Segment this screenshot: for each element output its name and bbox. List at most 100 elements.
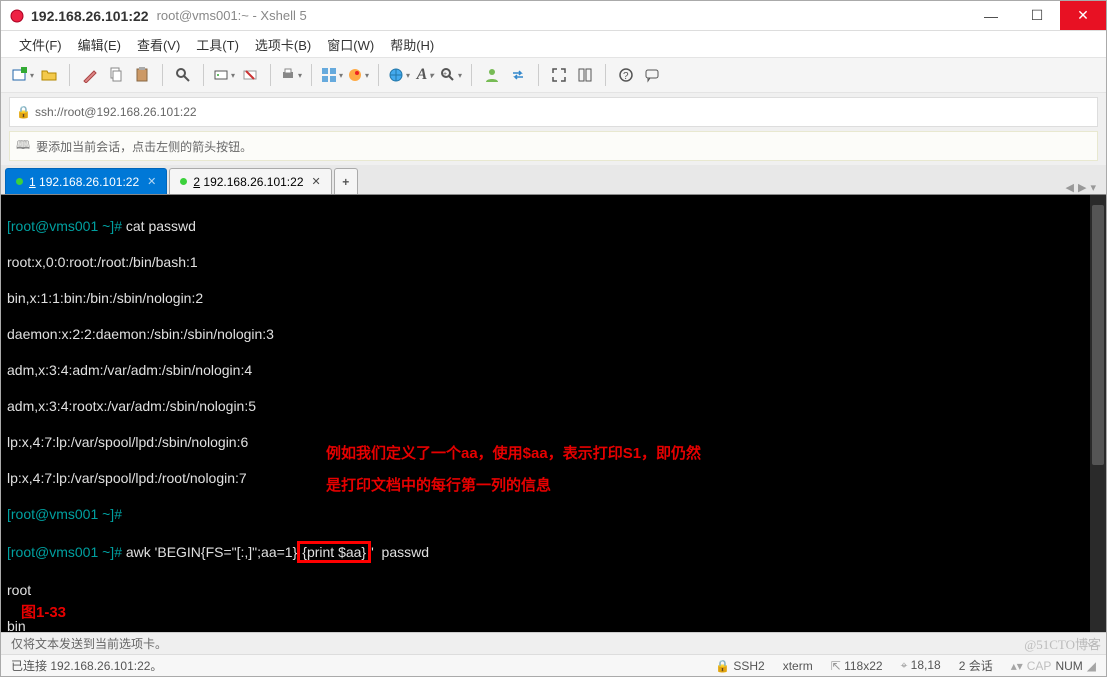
open-session-icon[interactable] <box>37 63 61 87</box>
toolbar: A + ? <box>1 57 1106 93</box>
prompt: [root@vms001 ~]# <box>7 506 122 522</box>
tab-list-icon[interactable]: ▾ <box>1090 181 1096 194</box>
properties-icon[interactable] <box>78 63 102 87</box>
resize-grip-icon[interactable]: ◢ <box>1087 659 1096 673</box>
tab-prev-icon[interactable]: ◀ <box>1066 181 1074 194</box>
fullscreen-icon[interactable] <box>547 63 571 87</box>
terminal-scrollbar[interactable] <box>1090 195 1106 632</box>
menu-window[interactable]: 窗口(W) <box>321 33 380 56</box>
find-icon[interactable] <box>171 63 195 87</box>
add-tab-button[interactable]: + <box>334 168 358 194</box>
status-updown-icon: ▴▾ <box>1011 659 1023 673</box>
app-icon <box>9 8 25 24</box>
annotation-line1: 例如我们定义了一个aa，使用$aa，表示打印S1，即仍然 <box>326 445 701 463</box>
status-lock-icon: 🔒 SSH2 <box>715 659 765 673</box>
tab-close-icon[interactable]: ✕ <box>147 175 156 188</box>
tab-nav: ◀ ▶ ▾ <box>1066 181 1102 194</box>
menu-edit[interactable]: 编辑(E) <box>72 33 127 56</box>
help-icon[interactable]: ? <box>614 63 638 87</box>
address-url: ssh://root@192.168.26.101:22 <box>35 105 197 119</box>
hint-text: 要添加当前会话，点击左侧的箭头按钮。 <box>36 138 252 155</box>
print-icon[interactable] <box>279 63 303 87</box>
dropdown-icon[interactable]: ⌵ <box>1087 636 1096 651</box>
zoom-icon[interactable]: + <box>439 63 463 87</box>
status-sessions: 2 会话 <box>959 657 993 674</box>
tab-label: 192.168.26.101:22 <box>203 175 303 189</box>
separator <box>471 64 472 86</box>
lock-icon: 🔒 <box>16 105 31 119</box>
separator <box>270 64 271 86</box>
separator <box>203 64 204 86</box>
minimize-button[interactable]: — <box>968 1 1014 30</box>
title-subtitle: root@vms001:~ - Xshell 5 <box>157 8 307 23</box>
svg-text:?: ? <box>623 71 629 82</box>
users-icon[interactable] <box>480 63 504 87</box>
title-ip: 192.168.26.101:22 <box>31 8 149 24</box>
command-awk-pre: awk 'BEGIN{FS="[:,]";aa=1} <box>126 544 297 560</box>
output-line: root:x,0:0:root:/root:/bin/bash:1 <box>7 253 1100 271</box>
highlight-box: {print $aa} <box>297 541 371 563</box>
separator <box>162 64 163 86</box>
session-tab-2[interactable]: 2 192.168.26.101:22 ✕ <box>169 168 331 194</box>
menu-tabs[interactable]: 选项卡(B) <box>249 33 317 56</box>
connection-status: 已连接 192.168.26.101:22。 <box>11 657 162 674</box>
maximize-button[interactable]: ☐ <box>1014 1 1060 30</box>
feedback-icon[interactable] <box>640 63 664 87</box>
reconnect-icon[interactable] <box>212 63 236 87</box>
titlebar: 192.168.26.101:22 root@vms001:~ - Xshell… <box>1 1 1106 31</box>
layout-icon[interactable] <box>320 63 344 87</box>
color-icon[interactable] <box>346 63 370 87</box>
status-term: xterm <box>783 659 813 673</box>
output-line: lp:x,4:7:lp:/var/spool/lpd:/root/nologin… <box>7 469 1100 487</box>
session-tab-1[interactable]: 1 192.168.26.101:22 ✕ <box>5 168 167 194</box>
output-line: daemon:x:2:2:daemon:/sbin:/sbin/nologin:… <box>7 325 1100 343</box>
status-toggles: ▴▾ CAP NUM ◢ <box>1011 659 1096 673</box>
globe-icon[interactable] <box>387 63 411 87</box>
command-awk-post: ' passwd <box>371 544 429 560</box>
status-size: ⇱ 118x22 <box>831 659 883 673</box>
tab-next-icon[interactable]: ▶ <box>1078 181 1086 194</box>
status-bar: 已连接 192.168.26.101:22。 🔒 SSH2 xterm ⇱ 11… <box>1 654 1106 676</box>
tab-label: 192.168.26.101:22 <box>39 175 139 189</box>
status-dot-icon <box>180 178 187 185</box>
terminal[interactable]: [root@vms001 ~]# cat passwd root:x,0:0:r… <box>1 195 1106 632</box>
paste-icon[interactable] <box>130 63 154 87</box>
bookmark-icon[interactable]: 🕮 <box>16 136 30 157</box>
status-cursor: ⌖ 18,18 <box>901 658 941 673</box>
hint-bar: 🕮 要添加当前会话，点击左侧的箭头按钮。 <box>9 131 1098 161</box>
copy-icon[interactable] <box>104 63 128 87</box>
tab-close-icon[interactable]: ✕ <box>312 175 321 188</box>
address-bar[interactable]: 🔒 ssh://root@192.168.26.101:22 <box>9 97 1098 127</box>
send-target-text: 仅将文本发送到当前选项卡。 <box>11 635 167 652</box>
tab-hotkey: 1 <box>29 175 36 189</box>
disconnect-icon[interactable] <box>238 63 262 87</box>
font-icon[interactable]: A <box>413 63 437 87</box>
prompt: [root@vms001 ~]# <box>7 218 122 234</box>
menu-file[interactable]: 文件(F) <box>13 33 68 56</box>
close-button[interactable]: ✕ <box>1060 1 1106 30</box>
output-line: bin,x:1:1:bin:/bin:/sbin/nologin:2 <box>7 289 1100 307</box>
session-tab-bar: 1 192.168.26.101:22 ✕ 2 192.168.26.101:2… <box>1 165 1106 195</box>
status-num: NUM <box>1055 659 1082 673</box>
menu-tools[interactable]: 工具(T) <box>190 33 245 56</box>
transfer-icon[interactable] <box>506 63 530 87</box>
prompt: [root@vms001 ~]# <box>7 544 122 560</box>
svg-text:+: + <box>443 71 447 78</box>
window-controls: — ☐ ✕ <box>968 1 1106 30</box>
send-target-bar[interactable]: 仅将文本发送到当前选项卡。 ⌵ <box>1 632 1106 654</box>
tile-icon[interactable] <box>573 63 597 87</box>
separator <box>69 64 70 86</box>
output-line: root <box>7 581 1100 599</box>
new-session-icon[interactable] <box>11 63 35 87</box>
command-awk-box: {print $aa} <box>302 544 366 560</box>
scrollbar-thumb[interactable] <box>1092 205 1104 465</box>
menubar: 文件(F) 编辑(E) 查看(V) 工具(T) 选项卡(B) 窗口(W) 帮助(… <box>1 31 1106 57</box>
menu-help[interactable]: 帮助(H) <box>384 33 440 56</box>
tab-hotkey: 2 <box>193 175 200 189</box>
status-dot-icon <box>16 178 23 185</box>
separator <box>311 64 312 86</box>
menu-view[interactable]: 查看(V) <box>131 33 186 56</box>
status-cap: CAP <box>1027 659 1052 673</box>
command-text: cat passwd <box>126 218 196 234</box>
separator <box>538 64 539 86</box>
